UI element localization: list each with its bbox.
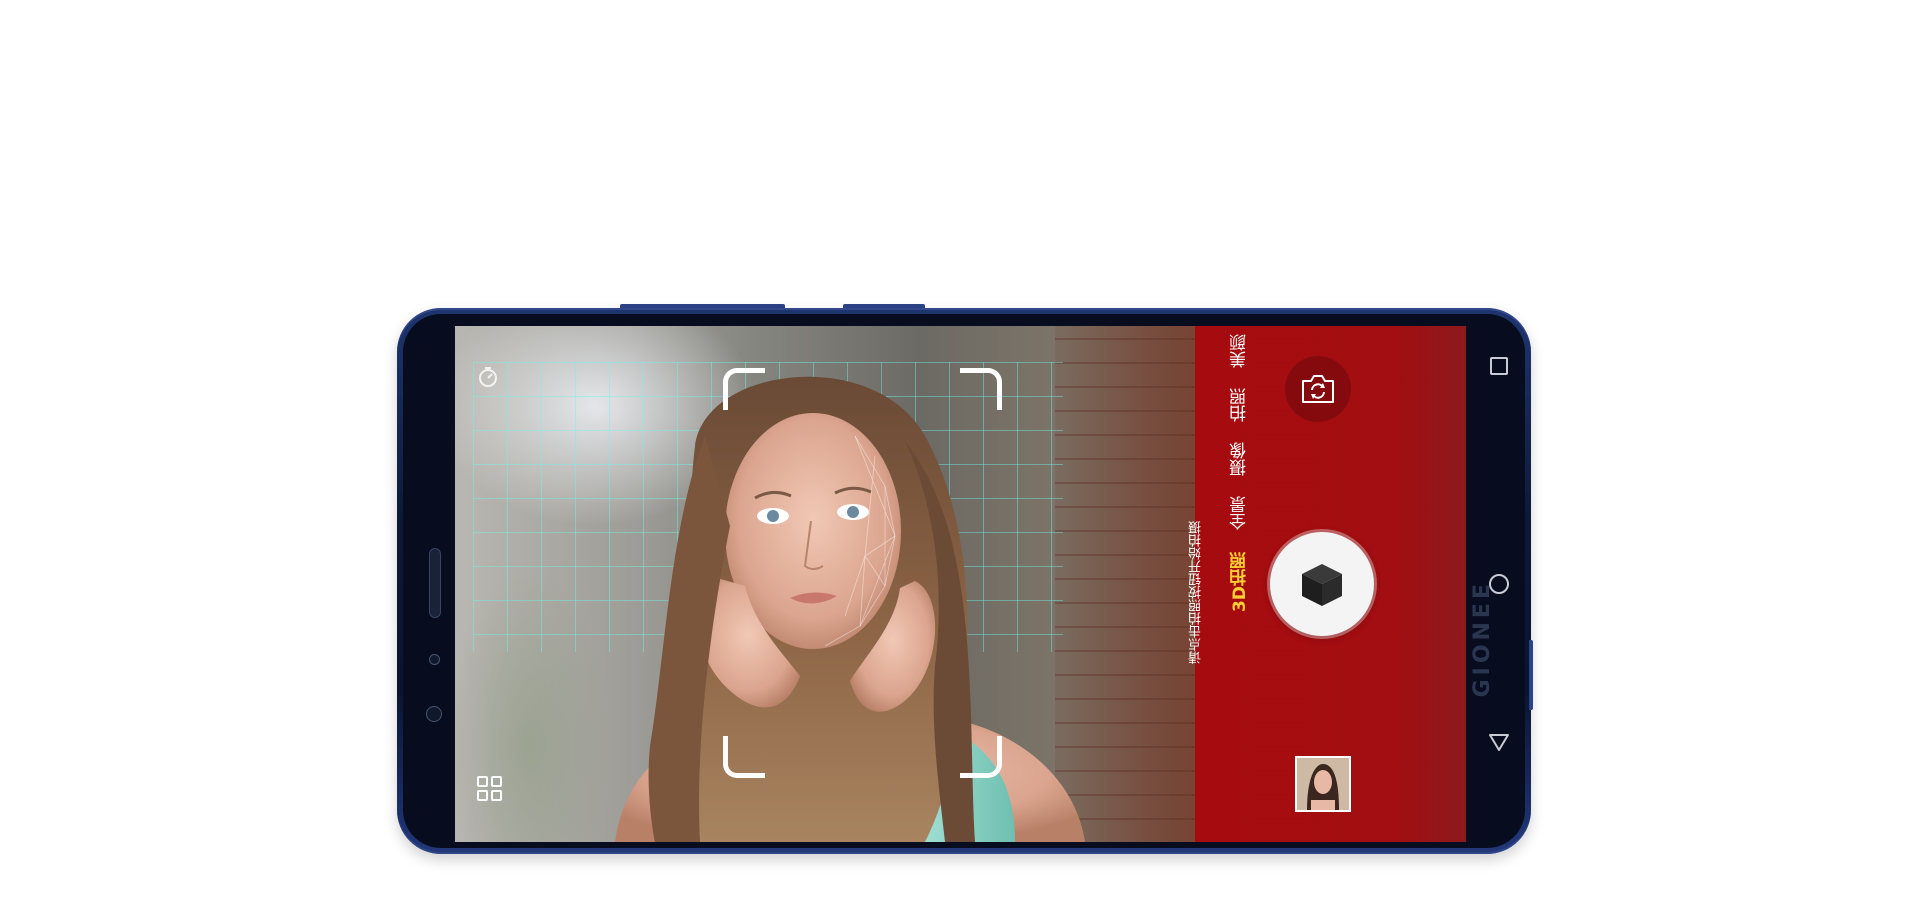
shooting-hint: 请点击拍照按钮开始拍摄	[1189, 521, 1204, 664]
shutter-button[interactable]	[1270, 532, 1374, 636]
mode-video[interactable]: 摄像	[1225, 442, 1255, 476]
mode-selector: 美颜 拍照 摄像 全景 3D拍照	[1225, 326, 1255, 842]
home-button[interactable]	[1466, 564, 1532, 604]
focus-bracket-top-right	[960, 368, 1002, 410]
triangle-icon	[1489, 734, 1509, 751]
focus-bracket-bottom-left	[723, 736, 765, 778]
back-button[interactable]	[1466, 722, 1532, 762]
grid-icon[interactable]	[477, 776, 503, 802]
proximity-sensor	[429, 654, 440, 665]
photo-preview	[1297, 758, 1349, 810]
mode-photo[interactable]: 拍照	[1225, 388, 1255, 422]
recents-button[interactable]	[1466, 346, 1532, 386]
cube-icon	[1302, 564, 1342, 606]
camera-viewfinder[interactable]: 请点击拍照按钮开始拍摄 美颜 拍照 摄像 全景 3D拍照	[455, 326, 1466, 842]
mode-panorama[interactable]: 全景	[1225, 496, 1255, 530]
switch-camera-button[interactable]	[1285, 356, 1351, 422]
last-photo-thumbnail[interactable]	[1295, 756, 1351, 812]
focus-bracket-bottom-right	[960, 736, 1002, 778]
mode-beauty[interactable]: 美颜	[1225, 334, 1255, 368]
square-icon	[1490, 357, 1508, 375]
circle-icon	[1489, 574, 1509, 594]
navigation-bar	[1466, 326, 1532, 842]
camera-switch-icon	[1302, 375, 1334, 403]
front-camera-lens	[426, 706, 442, 722]
timer-icon[interactable]	[477, 366, 499, 392]
focus-bracket-top-left	[723, 368, 765, 410]
mode-3d-photo[interactable]: 3D拍照	[1225, 552, 1255, 612]
product-stage: GIONEE 请点击拍照按钮开始拍摄 美颜 拍照 摄像 全景 3D拍照	[0, 0, 1920, 900]
earpiece-speaker	[429, 548, 441, 618]
